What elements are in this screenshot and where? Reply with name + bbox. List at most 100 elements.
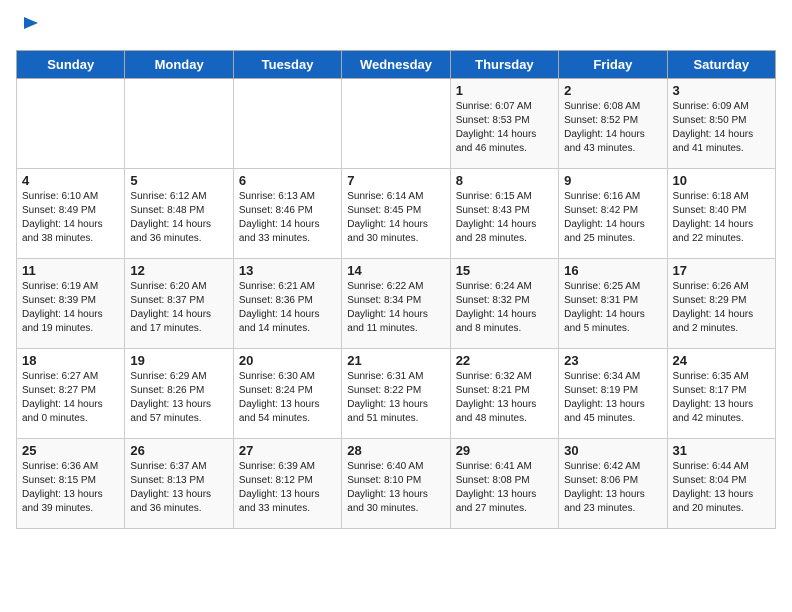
day-number: 1 (456, 83, 553, 98)
calendar-cell: 8 Sunrise: 6:15 AM Sunset: 8:43 PM Daylig… (450, 169, 558, 259)
day-number: 8 (456, 173, 553, 188)
day-number: 20 (239, 353, 336, 368)
calendar-cell: 15Sunrise: 6:24 AM Sunset: 8:32 PM Dayli… (450, 259, 558, 349)
day-number: 13 (239, 263, 336, 278)
day-number: 2 (564, 83, 661, 98)
calendar-week-2: 4Sunrise: 6:10 AM Sunset: 8:49 PM Daylig… (17, 169, 776, 259)
calendar-cell: 13 Sunrise: 6:21 AM Sunset: 8:36 PM Dayli… (233, 259, 341, 349)
day-info: Sunrise: 6:41 AM Sunset: 8:08 PM Dayligh… (456, 460, 553, 516)
day-of-week-thursday: Thursday (450, 51, 558, 79)
day-info: Sunrise: 6:36 AM Sunset: 8:15 PM Dayligh… (22, 460, 119, 516)
day-info: Sunrise: 6:12 AM Sunset: 8:48 PM Dayligh… (130, 190, 227, 246)
day-number: 14 (347, 263, 444, 278)
day-info: Sunrise: 6:37 AM Sunset: 8:13 PM Dayligh… (130, 460, 227, 516)
calendar-cell: 21Sunrise: 6:31 AM Sunset: 8:22 PM Dayli… (342, 349, 450, 439)
day-info: Sunrise: 6:40 AM Sunset: 8:10 PM Dayligh… (347, 460, 444, 516)
day-of-week-saturday: Saturday (667, 51, 775, 79)
calendar-cell: 29 Sunrise: 6:41 AM Sunset: 8:08 PM Dayli… (450, 439, 558, 529)
day-info: Sunrise: 6:10 AM Sunset: 8:49 PM Dayligh… (22, 190, 119, 246)
calendar-cell: 30Sunrise: 6:42 AM Sunset: 8:06 PM Dayli… (559, 439, 667, 529)
day-info: Sunrise: 6:15 AM Sunset: 8:43 PM Dayligh… (456, 190, 553, 246)
calendar-cell: 11Sunrise: 6:19 AM Sunset: 8:39 PM Dayli… (17, 259, 125, 349)
day-info: Sunrise: 6:42 AM Sunset: 8:06 PM Dayligh… (564, 460, 661, 516)
day-info: Sunrise: 6:27 AM Sunset: 8:27 PM Dayligh… (22, 370, 119, 426)
calendar-cell: 20Sunrise: 6:30 AM Sunset: 8:24 PM Dayli… (233, 349, 341, 439)
day-number: 25 (22, 443, 119, 458)
day-info: Sunrise: 6:34 AM Sunset: 8:19 PM Dayligh… (564, 370, 661, 426)
day-info: Sunrise: 6:44 AM Sunset: 8:04 PM Dayligh… (673, 460, 770, 516)
day-info: Sunrise: 6:16 AM Sunset: 8:42 PM Dayligh… (564, 190, 661, 246)
day-info: Sunrise: 6:13 AM Sunset: 8:46 PM Dayligh… (239, 190, 336, 246)
calendar-cell: 3 Sunrise: 6:09 AM Sunset: 8:50 PM Daylig… (667, 79, 775, 169)
day-number: 24 (673, 353, 770, 368)
calendar-cell: 7Sunrise: 6:14 AM Sunset: 8:45 PM Daylig… (342, 169, 450, 259)
calendar-cell: 12 Sunrise: 6:20 AM Sunset: 8:37 PM Dayli… (125, 259, 233, 349)
day-info: Sunrise: 6:18 AM Sunset: 8:40 PM Dayligh… (673, 190, 770, 246)
day-number: 5 (130, 173, 227, 188)
day-of-week-tuesday: Tuesday (233, 51, 341, 79)
calendar-cell: 10 Sunrise: 6:18 AM Sunset: 8:40 PM Dayli… (667, 169, 775, 259)
calendar-cell: 22 Sunrise: 6:32 AM Sunset: 8:21 PM Dayli… (450, 349, 558, 439)
calendar-week-1: 1Sunrise: 6:07 AM Sunset: 8:53 PM Daylig… (17, 79, 776, 169)
calendar-cell: 24 Sunrise: 6:35 AM Sunset: 8:17 PM Dayli… (667, 349, 775, 439)
page-header (16, 16, 776, 40)
day-number: 10 (673, 173, 770, 188)
day-of-week-sunday: Sunday (17, 51, 125, 79)
day-number: 29 (456, 443, 553, 458)
calendar-cell: 17 Sunrise: 6:26 AM Sunset: 8:29 PM Dayli… (667, 259, 775, 349)
day-number: 27 (239, 443, 336, 458)
day-number: 18 (22, 353, 119, 368)
logo-icon (20, 13, 40, 33)
calendar-cell: 5 Sunrise: 6:12 AM Sunset: 8:48 PM Daylig… (125, 169, 233, 259)
calendar-body: 1Sunrise: 6:07 AM Sunset: 8:53 PM Daylig… (17, 79, 776, 529)
calendar-cell: 26 Sunrise: 6:37 AM Sunset: 8:13 PM Dayli… (125, 439, 233, 529)
calendar-cell (125, 79, 233, 169)
day-number: 3 (673, 83, 770, 98)
calendar-cell: 6 Sunrise: 6:13 AM Sunset: 8:46 PM Daylig… (233, 169, 341, 259)
day-number: 19 (130, 353, 227, 368)
day-number: 31 (673, 443, 770, 458)
calendar-cell: 23 Sunrise: 6:34 AM Sunset: 8:19 PM Dayli… (559, 349, 667, 439)
calendar-week-5: 25 Sunrise: 6:36 AM Sunset: 8:15 PM Dayli… (17, 439, 776, 529)
calendar-cell: 19 Sunrise: 6:29 AM Sunset: 8:26 PM Dayli… (125, 349, 233, 439)
day-info: Sunrise: 6:35 AM Sunset: 8:17 PM Dayligh… (673, 370, 770, 426)
calendar-week-3: 11Sunrise: 6:19 AM Sunset: 8:39 PM Dayli… (17, 259, 776, 349)
day-of-week-friday: Friday (559, 51, 667, 79)
calendar-cell: 9 Sunrise: 6:16 AM Sunset: 8:42 PM Daylig… (559, 169, 667, 259)
calendar-cell (17, 79, 125, 169)
day-info: Sunrise: 6:20 AM Sunset: 8:37 PM Dayligh… (130, 280, 227, 336)
day-number: 6 (239, 173, 336, 188)
day-info: Sunrise: 6:26 AM Sunset: 8:29 PM Dayligh… (673, 280, 770, 336)
calendar-cell (233, 79, 341, 169)
day-info: Sunrise: 6:25 AM Sunset: 8:31 PM Dayligh… (564, 280, 661, 336)
day-info: Sunrise: 6:19 AM Sunset: 8:39 PM Dayligh… (22, 280, 119, 336)
day-info: Sunrise: 6:21 AM Sunset: 8:36 PM Dayligh… (239, 280, 336, 336)
day-info: Sunrise: 6:32 AM Sunset: 8:21 PM Dayligh… (456, 370, 553, 426)
day-of-week-wednesday: Wednesday (342, 51, 450, 79)
day-number: 22 (456, 353, 553, 368)
day-info: Sunrise: 6:08 AM Sunset: 8:52 PM Dayligh… (564, 100, 661, 156)
calendar-cell (342, 79, 450, 169)
calendar-cell: 27Sunrise: 6:39 AM Sunset: 8:12 PM Dayli… (233, 439, 341, 529)
day-number: 9 (564, 173, 661, 188)
day-number: 23 (564, 353, 661, 368)
day-number: 16 (564, 263, 661, 278)
calendar-cell: 28 Sunrise: 6:40 AM Sunset: 8:10 PM Dayli… (342, 439, 450, 529)
day-number: 28 (347, 443, 444, 458)
day-number: 12 (130, 263, 227, 278)
calendar-table: SundayMondayTuesdayWednesdayThursdayFrid… (16, 50, 776, 529)
day-info: Sunrise: 6:29 AM Sunset: 8:26 PM Dayligh… (130, 370, 227, 426)
calendar-cell: 16 Sunrise: 6:25 AM Sunset: 8:31 PM Dayli… (559, 259, 667, 349)
day-info: Sunrise: 6:09 AM Sunset: 8:50 PM Dayligh… (673, 100, 770, 156)
day-info: Sunrise: 6:24 AM Sunset: 8:32 PM Dayligh… (456, 280, 553, 336)
day-number: 17 (673, 263, 770, 278)
day-info: Sunrise: 6:22 AM Sunset: 8:34 PM Dayligh… (347, 280, 444, 336)
calendar-header: SundayMondayTuesdayWednesdayThursdayFrid… (17, 51, 776, 79)
calendar-cell: 1Sunrise: 6:07 AM Sunset: 8:53 PM Daylig… (450, 79, 558, 169)
day-number: 26 (130, 443, 227, 458)
day-info: Sunrise: 6:31 AM Sunset: 8:22 PM Dayligh… (347, 370, 444, 426)
calendar-cell: 4Sunrise: 6:10 AM Sunset: 8:49 PM Daylig… (17, 169, 125, 259)
calendar-cell: 25 Sunrise: 6:36 AM Sunset: 8:15 PM Dayli… (17, 439, 125, 529)
calendar-cell: 14 Sunrise: 6:22 AM Sunset: 8:34 PM Dayli… (342, 259, 450, 349)
days-of-week-row: SundayMondayTuesdayWednesdayThursdayFrid… (17, 51, 776, 79)
